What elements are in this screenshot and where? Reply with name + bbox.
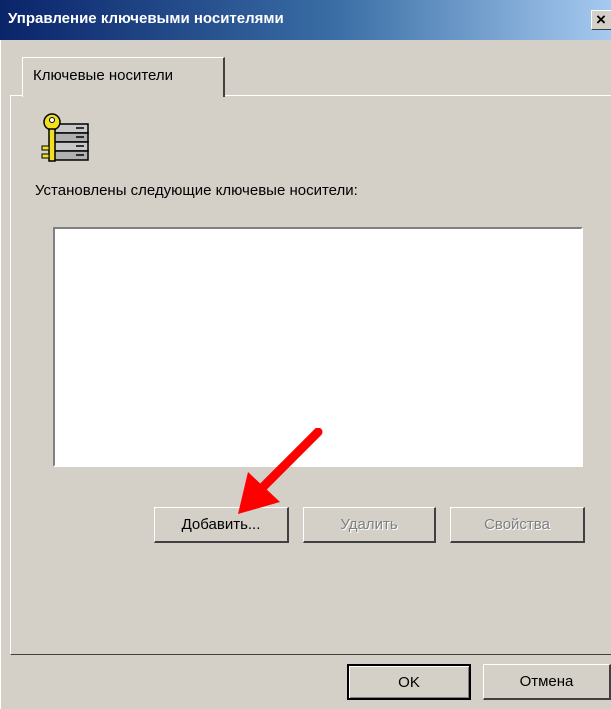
- ok-button[interactable]: OK: [347, 664, 471, 700]
- media-list-label: Установлены следующие ключевые носители:: [35, 182, 358, 199]
- key-storage-icon: [41, 113, 89, 162]
- cancel-button[interactable]: Отмена: [483, 664, 611, 700]
- title-bar: Управление ключевыми носителями ×: [0, 0, 611, 40]
- close-icon: ×: [596, 10, 606, 29]
- tab-key-media[interactable]: Ключевые носители: [22, 57, 225, 97]
- close-button[interactable]: ×: [591, 10, 611, 30]
- tab-label: Ключевые носители: [33, 67, 174, 84]
- window-title: Управление ключевыми носителями: [8, 10, 284, 27]
- properties-button[interactable]: Свойства: [450, 507, 585, 543]
- red-arrow-icon: [238, 428, 323, 514]
